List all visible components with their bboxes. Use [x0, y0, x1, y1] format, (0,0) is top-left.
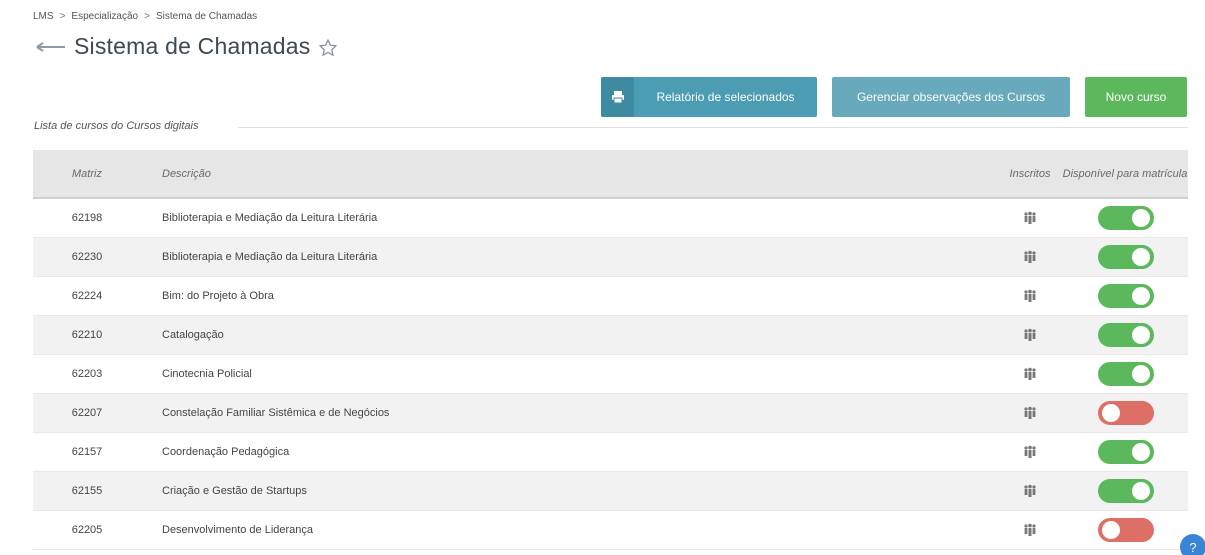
enrolled-users-icon[interactable]	[1023, 484, 1037, 498]
cell-inscritos	[998, 445, 1062, 459]
enrolled-users-icon[interactable]	[1023, 211, 1037, 225]
table-row[interactable]: 62203 Cinotecnia Policial	[33, 355, 1188, 394]
page-title: Sistema de Chamadas	[74, 33, 311, 59]
cell-inscritos	[998, 406, 1062, 420]
favorite-star-icon[interactable]	[318, 38, 338, 58]
column-header-disponivel[interactable]: Disponível para matrícula	[1062, 166, 1188, 182]
help-icon[interactable]: ?	[1180, 534, 1205, 555]
cell-disponivel	[1062, 440, 1188, 464]
cell-matriz: 62210	[71, 329, 103, 341]
breadcrumb: LMS > Especialização > Sistema de Chamad…	[33, 11, 257, 22]
cell-inscritos	[998, 211, 1062, 225]
column-header-matriz[interactable]: Matriz	[33, 168, 138, 180]
availability-toggle[interactable]	[1098, 206, 1154, 230]
cell-descricao: Biblioterapia e Mediação da Leitura Lite…	[162, 251, 378, 263]
availability-toggle[interactable]	[1098, 479, 1154, 503]
availability-toggle[interactable]	[1098, 440, 1154, 464]
toggle-knob	[1132, 482, 1150, 500]
toggle-knob	[1132, 209, 1150, 227]
toggle-knob	[1102, 404, 1120, 422]
table-row[interactable]: 62157 Coordenação Pedagógica	[33, 433, 1188, 472]
enrolled-users-icon[interactable]	[1023, 250, 1037, 264]
enrolled-users-icon[interactable]	[1023, 523, 1037, 537]
breadcrumb-item-current: Sistema de Chamadas	[155, 11, 258, 22]
cell-descricao: Constelação Familiar Sistêmica e de Negó…	[162, 407, 390, 419]
cell-matriz: 62230	[71, 251, 103, 263]
toggle-knob	[1132, 443, 1150, 461]
toggle-knob	[1132, 248, 1150, 266]
table-body: 62198 Biblioterapia e Mediação da Leitura…	[33, 199, 1188, 550]
table-row[interactable]: 62198 Biblioterapia e Mediação da Leitura…	[33, 199, 1188, 238]
manage-notes-button[interactable]: Gerenciar observações dos Cursos	[832, 77, 1070, 117]
toggle-knob	[1102, 521, 1120, 539]
breadcrumb-separator-icon: >	[144, 11, 150, 22]
cell-disponivel	[1062, 362, 1188, 386]
cell-matriz: 62157	[71, 446, 103, 458]
cell-matriz: 62205	[71, 524, 103, 536]
cell-inscritos	[998, 250, 1062, 264]
breadcrumb-separator-icon: >	[59, 11, 66, 22]
cell-inscritos	[998, 367, 1062, 381]
table-row[interactable]: 62224 Bim: do Projeto à Obra	[33, 277, 1188, 316]
courses-table: Matriz Descrição Inscritos Disponível pa…	[33, 150, 1188, 550]
cell-matriz: 62198	[71, 212, 103, 224]
table-row[interactable]: 62230 Biblioterapia e Mediação da Leitura…	[33, 238, 1188, 277]
enrolled-users-icon[interactable]	[1023, 367, 1037, 381]
report-selected-label: Relatório de selecionados	[656, 90, 795, 104]
cell-matriz: 62155	[71, 485, 103, 497]
cell-descricao: Bim: do Projeto à Obra	[162, 290, 274, 302]
cell-disponivel	[1062, 518, 1188, 542]
cell-disponivel	[1062, 479, 1188, 503]
toggle-knob	[1132, 326, 1150, 344]
enrolled-users-icon[interactable]	[1023, 289, 1037, 303]
breadcrumb-item-especializacao[interactable]: Especialização	[71, 11, 138, 22]
cell-disponivel	[1062, 245, 1188, 269]
table-header: Matriz Descrição Inscritos Disponível pa…	[33, 150, 1188, 199]
cell-inscritos	[998, 289, 1062, 303]
column-header-inscritos[interactable]: Inscritos	[998, 168, 1062, 180]
cell-matriz: 62224	[71, 290, 103, 302]
cell-descricao: Biblioterapia e Mediação da Leitura Lite…	[162, 212, 378, 224]
page-header: Sistema de Chamadas	[36, 33, 338, 60]
enrolled-users-icon[interactable]	[1023, 406, 1037, 420]
cell-descricao: Catalogação	[162, 329, 224, 341]
toggle-knob	[1132, 365, 1150, 383]
table-row[interactable]: 62210 Catalogação	[33, 316, 1188, 355]
availability-toggle[interactable]	[1098, 245, 1154, 269]
cell-descricao: Criação e Gestão de Startups	[162, 485, 307, 497]
column-header-descricao[interactable]: Descrição	[138, 168, 998, 180]
new-course-button[interactable]: Novo curso	[1085, 77, 1187, 117]
printer-icon	[601, 77, 634, 117]
availability-toggle[interactable]	[1098, 284, 1154, 308]
availability-toggle[interactable]	[1098, 518, 1154, 542]
cell-disponivel	[1062, 401, 1188, 425]
back-arrow-icon[interactable]	[36, 40, 66, 54]
cell-descricao: Cinotecnia Policial	[162, 368, 252, 380]
cell-disponivel	[1062, 323, 1188, 347]
report-selected-button[interactable]: Relatório de selecionados	[601, 77, 817, 117]
availability-toggle[interactable]	[1098, 401, 1154, 425]
availability-toggle[interactable]	[1098, 362, 1154, 386]
table-row[interactable]: 62155 Criação e Gestão de Startups	[33, 472, 1188, 511]
cell-matriz: 62207	[71, 407, 103, 419]
section-title: Lista de cursos do Cursos digitais	[34, 120, 199, 132]
enrolled-users-icon[interactable]	[1023, 445, 1037, 459]
section-divider	[238, 127, 1188, 128]
cell-descricao: Coordenação Pedagógica	[162, 446, 290, 458]
table-row[interactable]: 62207 Constelação Familiar Sistêmica e de…	[33, 394, 1188, 433]
toggle-knob	[1132, 287, 1150, 305]
cell-matriz: 62203	[71, 368, 103, 380]
cell-disponivel	[1062, 284, 1188, 308]
breadcrumb-item-lms[interactable]: LMS	[33, 11, 54, 22]
table-row[interactable]: 62205 Desenvolvimento de Liderança	[33, 511, 1188, 550]
enrolled-users-icon[interactable]	[1023, 328, 1037, 342]
availability-toggle[interactable]	[1098, 323, 1154, 347]
cell-descricao: Desenvolvimento de Liderança	[162, 524, 314, 536]
cell-disponivel	[1062, 206, 1188, 230]
cell-inscritos	[998, 523, 1062, 537]
cell-inscritos	[998, 484, 1062, 498]
cell-inscritos	[998, 328, 1062, 342]
